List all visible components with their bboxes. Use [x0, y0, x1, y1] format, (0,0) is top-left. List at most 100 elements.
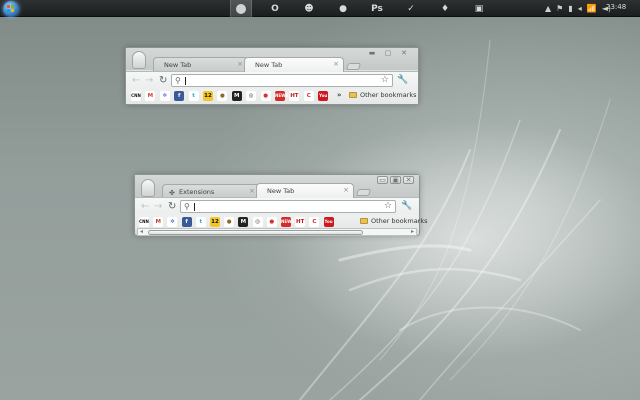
bookmarks-overflow-icon[interactable]: »	[337, 91, 342, 99]
reload-icon[interactable]: ↻	[159, 75, 167, 87]
bookmark-youtube-icon[interactable]: You	[323, 217, 334, 227]
toolbar: ← → ↻ ⚲ ☆ 🔧	[126, 71, 418, 89]
close-tab-icon[interactable]: ×	[237, 60, 243, 68]
tray-icon[interactable]: ▮	[568, 4, 572, 13]
tray-icon[interactable]: ▲	[545, 4, 551, 13]
window-controls: ▬ ▢ ✕	[364, 48, 412, 58]
media-app-glyph: ●	[339, 3, 347, 14]
back-arrow-icon[interactable]: ←	[141, 201, 149, 213]
bookmark-cnn-icon[interactable]: CNN	[131, 91, 141, 101]
maximize-icon[interactable]: ▢	[380, 48, 396, 58]
maximize-icon[interactable]: ▣	[390, 176, 401, 184]
bookmark-imdb-12-icon[interactable]: 12	[203, 91, 213, 101]
bookmark-ht-site-icon[interactable]: HT	[289, 91, 300, 101]
start-button[interactable]	[3, 1, 19, 17]
minimize-icon[interactable]: ▬	[364, 48, 380, 58]
back-arrow-icon[interactable]: ←	[132, 75, 140, 87]
other-bookmarks-button[interactable]: Other bookmarks	[360, 217, 428, 225]
opera-app-icon[interactable]: O	[264, 0, 286, 17]
close-tab-icon[interactable]: ×	[343, 186, 349, 194]
omnibox[interactable]: ⚲ ☆	[180, 200, 396, 213]
close-tab-icon[interactable]: ×	[249, 187, 255, 195]
bookmark-reddit-like-icon[interactable]: ●	[260, 91, 271, 101]
chrome-logo-icon	[236, 3, 246, 14]
clock[interactable]: 23:48	[606, 3, 626, 11]
opera-app-glyph: O	[271, 3, 279, 14]
new-tab-button[interactable]	[355, 189, 372, 196]
bookmark-star-icon[interactable]: ☆	[384, 201, 392, 212]
bookmark-star-icon[interactable]: ☆	[381, 75, 389, 86]
close-icon[interactable]: ✕	[396, 48, 412, 58]
bookmark-gmail-icon[interactable]: M	[153, 217, 164, 227]
forward-arrow-icon[interactable]: →	[154, 201, 162, 213]
bookmark-youtube-icon[interactable]: You	[318, 91, 329, 101]
puzzle-icon: ✤	[169, 189, 175, 197]
bookmark-ball-site-icon[interactable]: ●	[217, 91, 228, 101]
brush-app-icon[interactable]: ✓	[400, 0, 422, 17]
profile-avatar-icon[interactable]	[141, 179, 155, 197]
tray-icon[interactable]: 📶	[587, 4, 597, 13]
chrome-app-icon[interactable]	[230, 0, 252, 17]
photoshop-app-icon[interactable]: Ps	[366, 0, 388, 17]
bookmark-gmail-icon[interactable]: M	[145, 91, 156, 101]
bookmark-c-site-icon[interactable]: C	[309, 217, 320, 227]
toolbar: ← → ↻ ⚲ ☆ 🔧	[135, 197, 419, 215]
forward-arrow-icon[interactable]: →	[145, 75, 153, 87]
bookmark-cnn-icon[interactable]: CNN	[139, 217, 149, 227]
scrollbar-thumb[interactable]	[148, 230, 363, 235]
tab-label: New Tab	[267, 187, 295, 195]
brush-app-glyph: ✓	[407, 3, 415, 14]
bookmark-m-site-icon[interactable]: M	[238, 217, 249, 227]
taskbar-apps: O ☻ ● Ps ✓ ♦ ▣	[230, 0, 502, 17]
notes-app-icon[interactable]: ▣	[468, 0, 490, 17]
bookmark-ball-site-icon[interactable]: ●	[224, 217, 235, 227]
tab-label: New Tab	[255, 61, 283, 69]
tab-new-tab-2[interactable]: New Tab ×	[244, 57, 344, 72]
scroll-right-icon[interactable]: ▸	[411, 228, 414, 235]
other-bookmarks-button[interactable]: Other bookmarks	[349, 91, 417, 99]
tab-extensions[interactable]: ✤ Extensions ×	[162, 184, 260, 198]
new-tab-button[interactable]	[345, 63, 362, 70]
other-bookmarks-label: Other bookmarks	[371, 217, 428, 225]
messenger-app-icon[interactable]: ☻	[298, 0, 320, 17]
bookmark-news-site-icon[interactable]: NEWS	[281, 217, 294, 227]
address-input[interactable]	[184, 76, 364, 86]
bookmark-camera-site-icon[interactable]: ◎	[246, 91, 257, 101]
tab-new-tab[interactable]: New Tab ×	[256, 183, 354, 198]
bookmark-ht-site-icon[interactable]: HT	[295, 217, 306, 227]
tab-label: New Tab	[164, 61, 192, 69]
bookmark-c-site-icon[interactable]: C	[303, 91, 314, 101]
wrench-menu-icon[interactable]: 🔧	[401, 201, 412, 211]
bookmark-twitter-icon[interactable]: t	[195, 217, 206, 227]
search-icon: ⚲	[175, 76, 181, 85]
tray-icon[interactable]: ⚑	[556, 4, 563, 13]
address-input[interactable]	[193, 202, 368, 212]
reload-icon[interactable]: ↻	[168, 201, 176, 213]
bookmark-twitter-icon[interactable]: t	[188, 91, 199, 101]
profile-avatar-icon[interactable]	[132, 51, 146, 69]
close-tab-icon[interactable]: ×	[333, 60, 339, 68]
minimize-icon[interactable]: ▭	[377, 176, 388, 184]
bookmark-camera-site-icon[interactable]: ◎	[252, 217, 263, 227]
browser-window-1: New Tab × New Tab × ▬ ▢ ✕ ← → ↻ ⚲ ☆ 🔧 » …	[125, 47, 419, 105]
browser-window-2: ✤ Extensions × New Tab × ▭ ▣ ✕ ← → ↻ ⚲ ☆ …	[134, 174, 428, 236]
tab-new-tab-1[interactable]: New Tab ×	[153, 57, 248, 71]
bookmark-gear-site-icon[interactable]: ✲	[167, 217, 178, 227]
folder-icon	[360, 218, 368, 224]
bookmark-reddit-like-icon[interactable]: ●	[266, 217, 277, 227]
scroll-left-icon[interactable]: ◂	[140, 228, 143, 235]
wrench-menu-icon[interactable]: 🔧	[397, 75, 408, 85]
bookmark-m-site-icon[interactable]: M	[231, 91, 242, 101]
lamp-app-glyph: ♦	[440, 3, 450, 14]
bookmark-gear-site-icon[interactable]: ✲	[159, 91, 170, 101]
close-icon[interactable]: ✕	[403, 176, 414, 184]
bookmark-imdb-12-icon[interactable]: 12	[210, 217, 220, 227]
bookmark-facebook-icon[interactable]: f	[174, 91, 185, 101]
omnibox[interactable]: ⚲ ☆	[171, 74, 393, 87]
bookmark-news-site-icon[interactable]: NEWS	[275, 91, 288, 101]
tray-icon[interactable]: ◂	[578, 4, 582, 13]
media-app-icon[interactable]: ●	[332, 0, 354, 17]
lamp-app-icon[interactable]: ♦	[434, 0, 456, 17]
search-icon: ⚲	[184, 202, 190, 211]
bookmark-facebook-icon[interactable]: f	[181, 217, 192, 227]
